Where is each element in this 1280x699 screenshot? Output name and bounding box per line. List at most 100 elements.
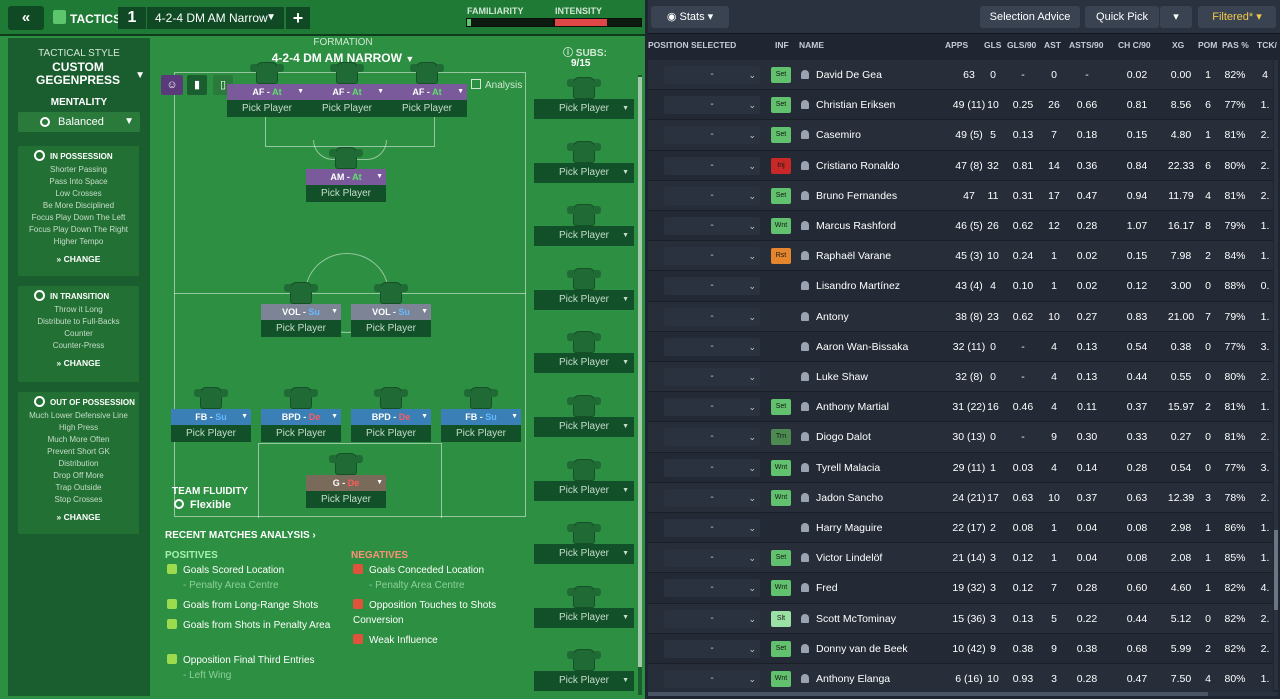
- table-row[interactable]: - ⌄ Wnt Marcus Rashford 46 (5) 26 0.62 12 0.28 1.…: [648, 211, 1273, 242]
- pick-player-button[interactable]: Pick Player ▼: [534, 544, 634, 565]
- player-slot[interactable]: AM - At ▼ Pick Player: [306, 147, 386, 202]
- col-inf[interactable]: INF: [775, 40, 789, 50]
- mentality-selector[interactable]: Balanced ▼: [18, 112, 140, 132]
- player-slot[interactable]: BPD - De ▼ Pick Player: [351, 387, 431, 442]
- table-row[interactable]: - ⌄ Aaron Wan-Bissaka 32 (11) 0-4 0.13 0.54 0.3…: [648, 331, 1273, 362]
- player-name[interactable]: Donny van de Beek: [816, 643, 908, 655]
- subs-scroll-thumb[interactable]: [638, 77, 642, 667]
- player-name[interactable]: Raphaël Varane: [816, 250, 891, 262]
- position-selector[interactable]: - ⌄: [664, 96, 760, 115]
- col-pas[interactable]: PAS %: [1222, 40, 1249, 50]
- player-name[interactable]: Jadon Sancho: [816, 492, 883, 504]
- table-row[interactable]: - ⌄ Harry Maguire 22 (17) 2 0.08 1 0.04 0.08 2.98…: [648, 513, 1273, 544]
- role-label[interactable]: AF - At ▼: [307, 84, 387, 100]
- quick-pick-button[interactable]: Quick Pick: [1085, 6, 1159, 28]
- analysis-toggle[interactable]: Analysis: [471, 79, 522, 91]
- table-row[interactable]: - ⌄ Set Donny van de Beek 10 (42) 9 0.38 9 0.38 0…: [648, 633, 1273, 664]
- player-name[interactable]: Christian Eriksen: [816, 99, 895, 111]
- player-name[interactable]: Tyrell Malacia: [816, 462, 880, 474]
- table-row[interactable]: - ⌄ Trn Diogo Dalot 30 (13) 0-9 0.30 0.33 0.27 0 8…: [648, 422, 1273, 453]
- col-tck[interactable]: TCK/: [1257, 40, 1277, 50]
- position-selector[interactable]: - ⌄: [664, 428, 760, 447]
- col-ast[interactable]: AST: [1044, 40, 1061, 50]
- pick-player-button[interactable]: Pick Player ▼: [534, 353, 634, 374]
- table-horizontal-scrollbar[interactable]: [648, 692, 1278, 696]
- subs-scrollbar[interactable]: [638, 75, 642, 695]
- table-row[interactable]: - ⌄ Set Bruno Fernandes 47 11 0.31 17 0.47 0.94 11…: [648, 180, 1273, 211]
- position-selector[interactable]: - ⌄: [664, 579, 760, 598]
- pick-player-button[interactable]: Pick Player ▼: [534, 99, 634, 119]
- table-row[interactable]: - ⌄ Set Christian Eriksen 49 (11) 10 0.25 26 0.6…: [648, 90, 1273, 121]
- position-selector[interactable]: - ⌄: [664, 307, 760, 326]
- position-selector[interactable]: - ⌄: [664, 670, 760, 688]
- position-selector[interactable]: - ⌄: [664, 156, 760, 175]
- col-ast90[interactable]: ASTS/90: [1069, 40, 1104, 50]
- role-label[interactable]: FB - Su ▼: [441, 409, 521, 425]
- table-row[interactable]: - ⌄ Set David De Gea 63 0-0-0.02 0.00 1 82% 4: [648, 60, 1273, 91]
- position-selector[interactable]: - ⌄: [664, 488, 760, 507]
- player-name[interactable]: Victor Lindelöf: [816, 552, 882, 564]
- table-scrollbar[interactable]: [1274, 60, 1278, 690]
- pick-player-button[interactable]: Pick Player: [441, 425, 521, 442]
- position-selector[interactable]: - ⌄: [664, 368, 760, 386]
- position-selector[interactable]: - ⌄: [664, 66, 760, 84]
- bar-chart-icon[interactable]: ▮: [187, 75, 207, 95]
- col-gls90[interactable]: GLS/90: [1007, 40, 1036, 50]
- player-name[interactable]: Antony: [816, 311, 849, 323]
- table-row[interactable]: - ⌄ Antony 38 (8) 23 0.62 10 0.27 0.83 21.00 7 79% 1…: [648, 301, 1273, 332]
- pick-player-button[interactable]: Pick Player: [227, 100, 307, 117]
- table-hscroll-thumb[interactable]: [648, 692, 1208, 696]
- sub-slot[interactable]: Pick Player ▼: [534, 585, 634, 628]
- table-row[interactable]: - ⌄ Wnt Fred 19 (32) 3 0.12 7 0.28 0.60 4.60 1 82% 4.: [648, 573, 1273, 604]
- pick-player-button[interactable]: Pick Player: [261, 425, 341, 442]
- col-apps[interactable]: APPS: [945, 40, 968, 50]
- pick-player-button[interactable]: Pick Player: [351, 425, 431, 442]
- pick-player-button[interactable]: Pick Player: [171, 425, 251, 442]
- pick-player-button[interactable]: Pick Player: [306, 491, 386, 508]
- table-row[interactable]: - ⌄ Set Anthony Martial 31 (22) 16 0.46 4 0.11 0.…: [648, 392, 1273, 423]
- player-slot[interactable]: AF - At ▼ Pick Player: [387, 62, 467, 117]
- position-selector[interactable]: - ⌄: [664, 186, 760, 205]
- table-scroll-thumb[interactable]: [1274, 530, 1278, 610]
- player-view-icon[interactable]: ☺: [161, 75, 183, 95]
- player-name[interactable]: Diogo Dalot: [816, 431, 871, 443]
- sub-slot[interactable]: Pick Player ▼: [534, 522, 634, 565]
- col-position-selected[interactable]: POSITION SELECTED: [648, 40, 736, 50]
- pick-player-button[interactable]: Pick Player ▼: [534, 226, 634, 247]
- position-selector[interactable]: - ⌄: [664, 458, 760, 477]
- role-label[interactable]: VOL - Su ▼: [351, 304, 431, 320]
- role-label[interactable]: AF - At ▼: [227, 84, 307, 100]
- player-slot[interactable]: FB - Su ▼ Pick Player: [171, 387, 251, 442]
- position-selector[interactable]: - ⌄: [664, 217, 760, 235]
- player-slot[interactable]: BPD - De ▼ Pick Player: [261, 387, 341, 442]
- position-selector[interactable]: - ⌄: [664, 398, 760, 417]
- table-row[interactable]: - ⌄ Inj Cristiano Ronaldo 47 (8) 32 0.81 14 0.36…: [648, 150, 1273, 181]
- player-name[interactable]: Casemiro: [816, 129, 861, 141]
- player-name[interactable]: Fred: [816, 582, 838, 594]
- player-slot[interactable]: FB - Su ▼ Pick Player: [441, 387, 521, 442]
- pick-player-button[interactable]: Pick Player ▼: [534, 289, 634, 310]
- quick-pick-dropdown[interactable]: ▾: [1160, 6, 1192, 28]
- sub-slot[interactable]: Pick Player ▼: [534, 204, 634, 247]
- table-row[interactable]: - ⌄ Set Casemiro 49 (5) 5 0.13 7 0.18 0.15 4.80 1 81…: [648, 120, 1273, 151]
- role-label[interactable]: AF - At ▼: [387, 84, 467, 100]
- out-of-possession-change-button[interactable]: » CHANGE: [18, 512, 139, 526]
- position-selector[interactable]: - ⌄: [664, 549, 760, 568]
- sub-slot[interactable]: Pick Player ▼: [534, 395, 634, 437]
- player-name[interactable]: Anthony Martial: [816, 401, 889, 413]
- role-label[interactable]: G - De ▼: [306, 475, 386, 491]
- recent-matches-analysis-link[interactable]: RECENT MATCHES ANALYSIS ›: [165, 530, 316, 541]
- role-label[interactable]: VOL - Su ▼: [261, 304, 341, 320]
- role-label[interactable]: BPD - De ▼: [351, 409, 431, 425]
- in-possession-change-button[interactable]: » CHANGE: [18, 254, 139, 268]
- position-selector[interactable]: - ⌄: [664, 277, 760, 296]
- col-chc90[interactable]: CH C/90: [1118, 40, 1151, 50]
- position-selector[interactable]: - ⌄: [664, 126, 760, 145]
- player-name[interactable]: Aaron Wan-Bissaka: [816, 341, 908, 353]
- col-xg[interactable]: XG: [1172, 40, 1184, 50]
- player-slot[interactable]: VOL - Su ▼ Pick Player: [261, 282, 341, 337]
- sub-slot[interactable]: Pick Player ▼: [534, 77, 634, 119]
- pick-player-button[interactable]: Pick Player ▼: [534, 417, 634, 437]
- table-row[interactable]: - ⌄ Lisandro Martínez 43 (4) 4 0.10 1 0.02 0.12 3…: [648, 271, 1273, 302]
- tactic-slot-number[interactable]: 1: [118, 7, 146, 29]
